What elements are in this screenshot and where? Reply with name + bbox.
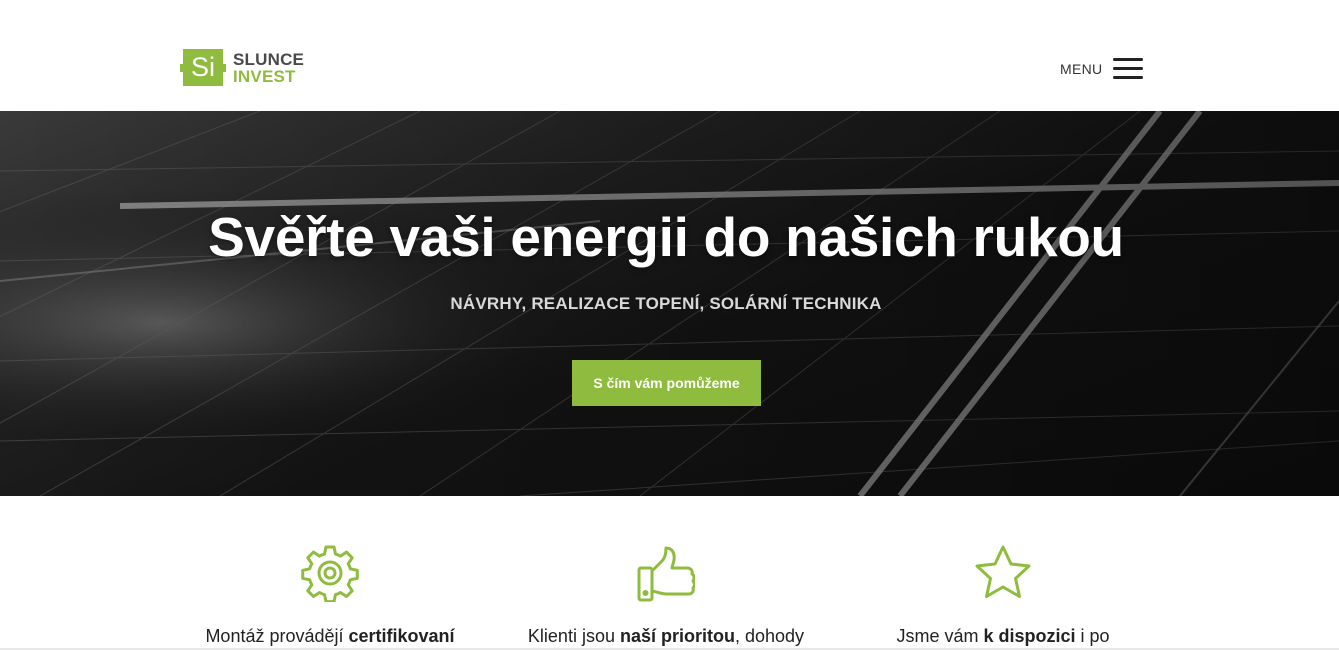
feature-text-part: Klienti jsou	[527, 626, 620, 646]
features-section: Montáž provádějí certifikovaní Klienti j…	[0, 496, 1339, 650]
logo-badge-text: Si	[190, 52, 215, 82]
services-button[interactable]: S čím vám pomůžeme	[572, 360, 761, 406]
hero-section: Svěřte vaši energii do našich rukou NÁVR…	[0, 111, 1339, 496]
feature-text-bold: k dispozici	[983, 626, 1076, 646]
thumbs-up-icon	[637, 546, 695, 602]
hero-subtitle: NÁVRHY, REALIZACE TOPENÍ, SOLÁRNÍ TECHNI…	[450, 294, 882, 313]
logo-line-2: INVEST	[233, 66, 296, 86]
feature-text-bold: certifikovaní	[348, 626, 455, 646]
menu-button[interactable]: MENU	[1060, 58, 1144, 80]
site-header: Si SLUNCE INVEST MENU	[0, 0, 1339, 111]
star-icon	[975, 545, 1031, 598]
logo-text: SLUNCE INVEST	[233, 51, 304, 85]
gear-icon	[301, 545, 359, 602]
feature-text-bold: naší prioritou	[619, 626, 735, 646]
feature-text-part: i po	[1075, 626, 1110, 646]
logo-badge: Si	[180, 49, 226, 86]
feature-text-part: Jsme vám	[896, 626, 984, 646]
feature-text-part: Montáž provádějí	[205, 626, 349, 646]
logo-line-1: SLUNCE	[233, 49, 305, 69]
logo[interactable]: Si SLUNCE INVEST	[180, 49, 304, 86]
hamburger-icon[interactable]	[1113, 58, 1144, 80]
menu-label: MENU	[1060, 61, 1103, 77]
feature-text: Jsme vám k dispozici i po	[803, 626, 1203, 647]
feature-text-part: , dohody	[735, 626, 805, 646]
hero-title: Svěřte vaši energii do našich rukou	[208, 206, 1124, 268]
